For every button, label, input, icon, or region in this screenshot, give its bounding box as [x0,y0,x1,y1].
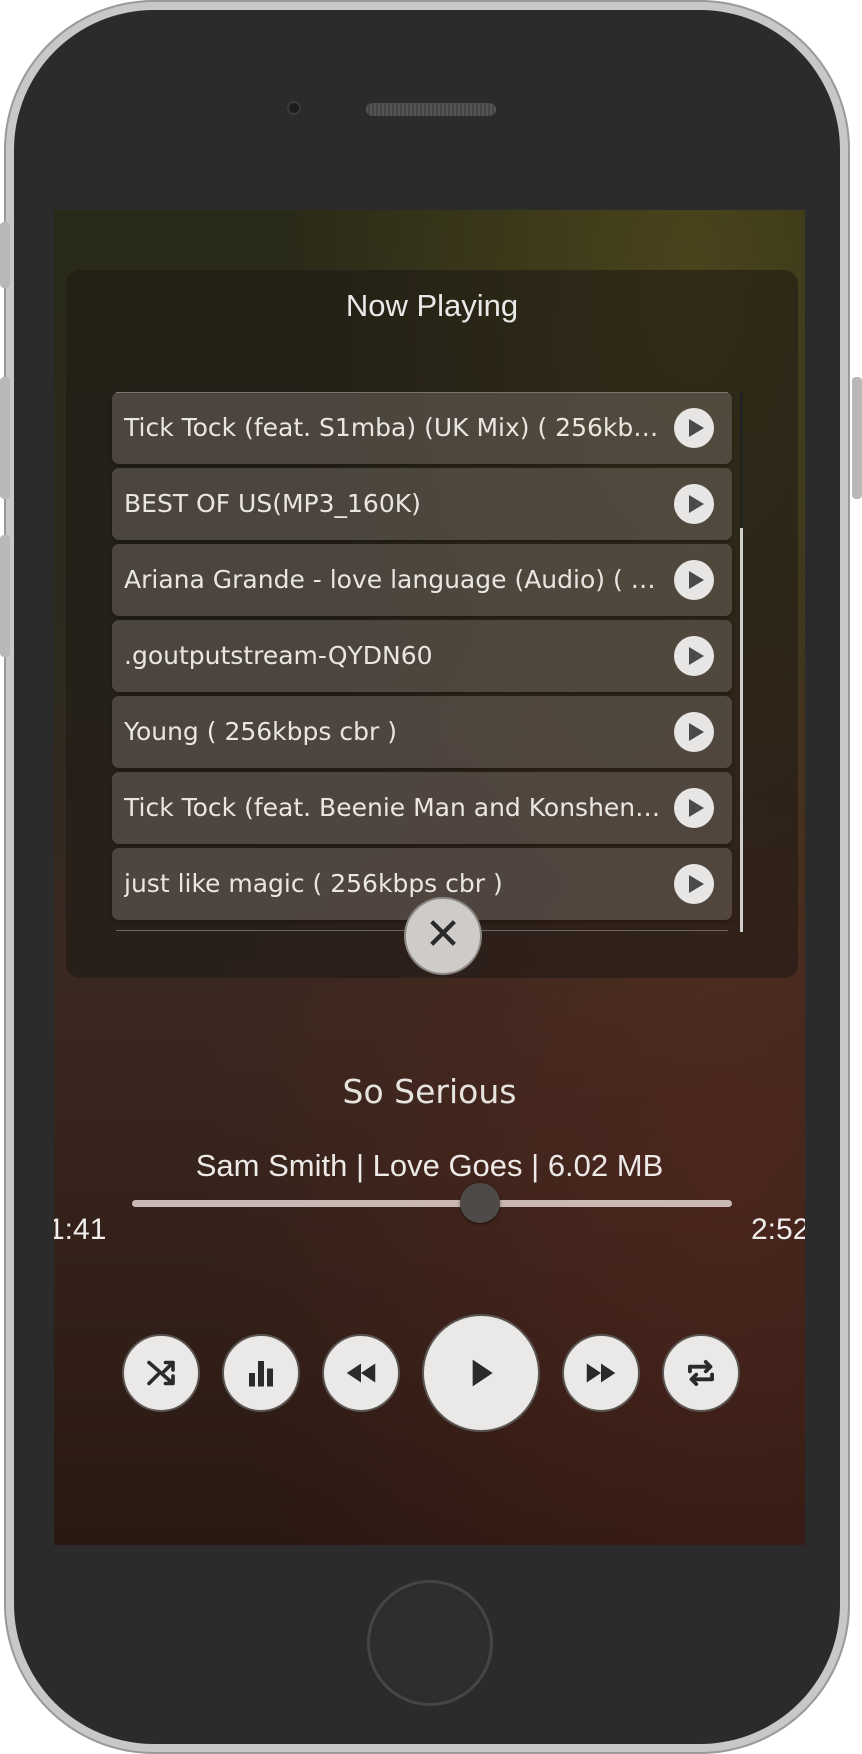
play-icon [472,1359,493,1387]
track-title: just like magic ( 256kbps cbr ) [124,869,503,898]
power-button [852,377,862,499]
track-title: Ariana Grande - love language (Audio) ( … [124,565,669,594]
playlist-item[interactable]: Tick Tock (feat. Beenie Man and Konshens… [112,772,732,844]
track-title: .goutputstream-QYDN60 [124,641,433,670]
playlist-item[interactable]: Tick Tock (feat. S1mba) (UK Mix) ( 256kb… [112,392,732,464]
rewind-icon [346,1363,376,1383]
playlist-scrollbar-thumb[interactable] [740,392,743,528]
playlist-item[interactable]: BEST OF US(MP3_160K) [112,468,732,540]
playlist-item[interactable]: Ariana Grande - love language (Audio) ( … [112,544,732,616]
volume-down-button [0,535,10,657]
app-screen: Now Playing Tick Tock (feat. S1mba) (UK … [54,210,805,1545]
earpiece-speaker [366,103,496,116]
fast-forward-icon [586,1363,616,1383]
mute-switch [0,222,10,288]
song-meta: Sam Smith | Love Goes | 6.02 MB [195,1148,664,1183]
front-camera [287,101,301,115]
home-button[interactable] [367,1580,493,1706]
now-playing-dialog: Now Playing Tick Tock (feat. S1mba) (UK … [66,270,798,978]
play-icon[interactable] [674,484,714,524]
rewind-button[interactable] [322,1334,400,1412]
play-icon[interactable] [674,788,714,828]
progress-slider-thumb[interactable] [460,1183,500,1223]
equalizer-icon [249,1361,273,1387]
elapsed-time: 1:41 [54,1213,107,1246]
playlist-item[interactable]: .goutputstream-QYDN60 [112,620,732,692]
equalizer-button[interactable] [222,1334,300,1412]
play-icon[interactable] [674,636,714,676]
track-title: Tick Tock (feat. Beenie Man and Konshens… [124,793,669,822]
dialog-title: Now Playing [345,288,519,323]
playlist-item[interactable]: Young ( 256kbps cbr ) [112,696,732,768]
repeat-button[interactable] [662,1334,740,1412]
close-button[interactable]: ✕ [404,897,482,975]
track-title: Tick Tock (feat. S1mba) (UK Mix) ( 256kb… [124,413,669,442]
play-icon[interactable] [674,712,714,752]
play-icon[interactable] [674,408,714,448]
shuffle-icon [147,1360,175,1386]
progress-slider[interactable] [132,1200,732,1207]
play-button[interactable] [422,1314,540,1432]
close-icon: ✕ [424,909,462,960]
song-title: So Serious [342,1072,517,1111]
play-icon[interactable] [674,864,714,904]
track-title: BEST OF US(MP3_160K) [124,489,421,518]
repeat-icon [688,1360,714,1386]
shuffle-button[interactable] [122,1334,200,1412]
play-icon[interactable] [674,560,714,600]
fast-forward-button[interactable] [562,1334,640,1412]
volume-up-button [0,377,10,499]
track-title: Young ( 256kbps cbr ) [124,717,397,746]
total-time: 2:52 [751,1213,805,1246]
